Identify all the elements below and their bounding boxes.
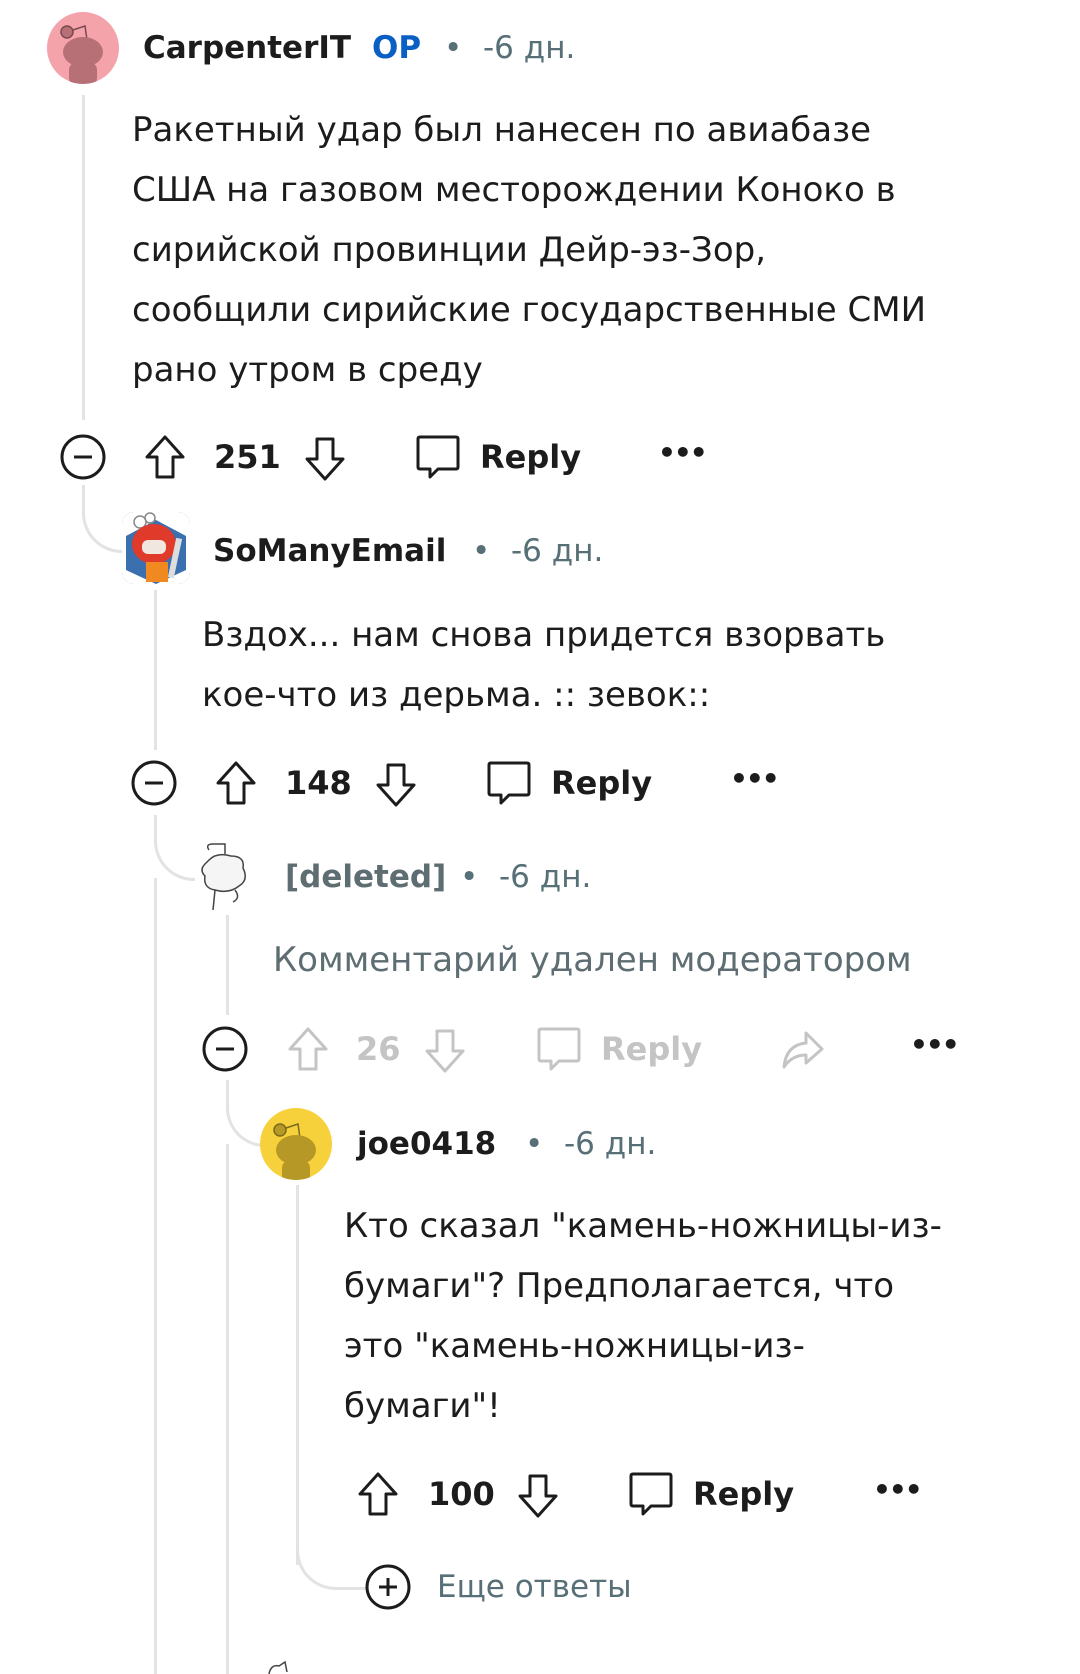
avatar[interactable] xyxy=(122,512,190,584)
reply-bubble-icon[interactable] xyxy=(627,1470,675,1518)
more-options-button[interactable]: ••• xyxy=(910,1025,960,1065)
vote-score: 100 xyxy=(428,1475,495,1513)
more-options-button[interactable]: ••• xyxy=(873,1470,923,1510)
thread-connector-level-3 xyxy=(154,815,195,881)
share-icon xyxy=(782,1031,824,1069)
comment-age: -6 дн. xyxy=(483,30,576,66)
snoo-avatar-icon xyxy=(60,25,103,84)
comment-age: -6 дн. xyxy=(564,1126,657,1162)
body-line: это "камень-ножницы-из- xyxy=(344,1326,805,1366)
collapse-thread-icon[interactable] xyxy=(201,1025,249,1073)
author-name[interactable]: SoManyEmail xyxy=(213,531,446,571)
avatar xyxy=(195,840,255,912)
more-options-button[interactable]: ••• xyxy=(730,759,780,799)
upvote-icon[interactable] xyxy=(356,1470,400,1518)
reply-bubble-icon xyxy=(537,1027,581,1071)
comment-age: -6 дн. xyxy=(511,533,604,569)
vote-score: 26 xyxy=(356,1030,401,1068)
body-line: Вздох... нам снова придется взорвать xyxy=(202,615,886,655)
author-name: [deleted] xyxy=(285,859,447,895)
collapse-thread-icon[interactable] xyxy=(59,433,107,481)
reply-bubble-icon[interactable] xyxy=(485,759,533,807)
body-line: Кто сказал "камень-ножницы-из- xyxy=(344,1206,942,1246)
comment-body: Комментарий удален модератором xyxy=(273,930,912,990)
separator-dot: • xyxy=(444,30,463,66)
thread-line-level-2[interactable] xyxy=(154,590,157,750)
separator-dot: • xyxy=(472,533,491,569)
body-line: кое-что из дерьма. :: зевок:: xyxy=(202,675,711,715)
comment-body: Вздох... нам снова придется взорвать кое… xyxy=(202,605,885,725)
upvote-icon[interactable] xyxy=(214,759,258,807)
comment-body: Ракетный удар был нанесен по авиабазе СШ… xyxy=(132,100,926,400)
snoo-avatar-icon xyxy=(273,1123,316,1180)
thread-line-level-3-continued[interactable] xyxy=(226,1144,229,1674)
downvote-icon[interactable] xyxy=(516,1472,560,1520)
body-line: Ракетный удар был нанесен по авиабазе xyxy=(132,110,872,150)
separator-dot: • xyxy=(460,859,479,895)
deleted-snoo-icon xyxy=(201,843,246,911)
body-line: Комментарий удален модератором xyxy=(273,940,912,980)
vote-score: 251 xyxy=(214,438,281,476)
thread-connector-level-2 xyxy=(82,485,125,553)
body-line: рано утром в среду xyxy=(132,350,483,390)
partial-avatar-icon xyxy=(268,1660,288,1674)
downvote-icon[interactable] xyxy=(303,435,347,483)
op-badge: OP xyxy=(372,30,422,66)
body-line: бумаги"! xyxy=(344,1386,501,1426)
thread-line-level-4[interactable] xyxy=(296,1185,299,1565)
reply-bubble-icon[interactable] xyxy=(414,433,462,481)
author-name[interactable]: joe0418 xyxy=(357,1124,496,1164)
vote-score: 148 xyxy=(285,764,352,802)
avatar[interactable] xyxy=(47,12,119,84)
separator-dot: • xyxy=(525,1126,544,1162)
more-options-button[interactable]: ••• xyxy=(658,433,708,473)
avatar[interactable] xyxy=(260,1108,332,1180)
custom-avatar-icon xyxy=(122,512,190,584)
comment-age: -6 дн. xyxy=(499,859,592,895)
reply-button[interactable]: Reply xyxy=(551,763,652,803)
body-line: сирийской провинции Дейр-эз-Зор, xyxy=(132,230,767,270)
thread-connector-level-4 xyxy=(226,1080,265,1147)
upvote-icon xyxy=(288,1027,328,1071)
thread-connector-more-replies xyxy=(296,1545,367,1590)
collapse-thread-icon[interactable] xyxy=(130,759,178,807)
body-line: сообщили сирийские государственные СМИ xyxy=(132,290,927,330)
upvote-icon[interactable] xyxy=(143,433,187,481)
thread-line-level-2-continued[interactable] xyxy=(154,878,157,1674)
author-name[interactable]: CarpenterIT xyxy=(143,28,351,68)
reply-button: Reply xyxy=(601,1030,703,1068)
reply-button[interactable]: Reply xyxy=(693,1474,794,1514)
more-replies-label[interactable]: Еще ответы xyxy=(437,1567,632,1607)
body-line: США на газовом месторождении Коноко в xyxy=(132,170,896,210)
downvote-icon[interactable] xyxy=(374,761,418,809)
thread-line-level-1[interactable] xyxy=(82,95,85,420)
thread-line-level-3[interactable] xyxy=(226,915,229,1015)
downvote-icon xyxy=(425,1029,465,1073)
reply-button[interactable]: Reply xyxy=(480,437,581,477)
comment-body: Кто сказал "камень-ножницы-из- бумаги"? … xyxy=(344,1196,942,1436)
expand-plus-icon[interactable] xyxy=(364,1563,412,1611)
body-line: бумаги"? Предполагается, что xyxy=(344,1266,895,1306)
